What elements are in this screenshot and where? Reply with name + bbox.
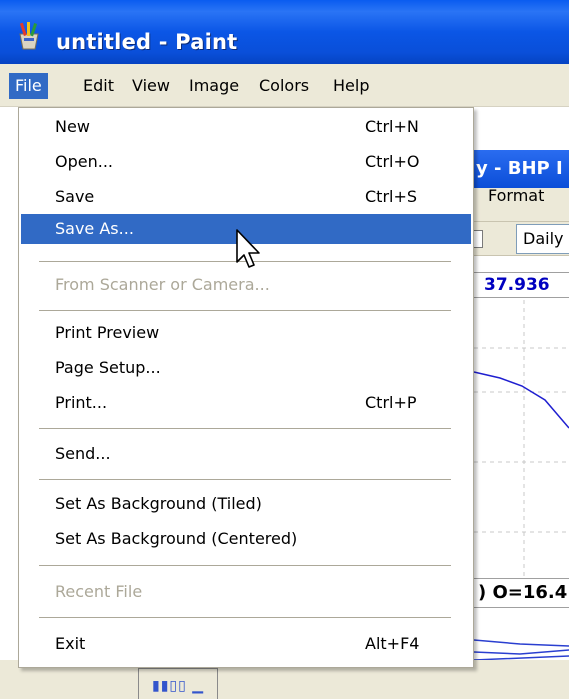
menu-item-label: Open... [55,152,113,171]
menu-edit[interactable]: Edit [77,73,120,99]
menu-item-label: Save As... [55,219,134,238]
toolbar-icon[interactable] [473,230,483,248]
menu-item-from-scanner: From Scanner or Camera... [21,270,471,300]
menu-item-set-background-tiled[interactable]: Set As Background (Tiled) [21,489,471,519]
file-menu-dropdown: New Ctrl+N Open... Ctrl+O Save Ctrl+S Sa… [18,107,474,668]
menu-separator [39,565,451,566]
menu-item-label: From Scanner or Camera... [55,275,270,294]
menu-item-new[interactable]: New Ctrl+N [21,112,471,142]
menu-item-shortcut: Alt+F4 [365,634,420,653]
menu-item-label: Send... [55,444,111,463]
menu-item-label: Save [55,187,95,206]
menu-item-label: Set As Background (Tiled) [55,494,262,513]
menu-item-shortcut: Ctrl+P [365,393,417,412]
menu-item-label: Print... [55,393,108,412]
menu-item-send[interactable]: Send... [21,439,471,469]
menu-help[interactable]: Help [327,73,375,99]
menu-item-label: New [55,117,90,136]
menu-item-shortcut: Ctrl+O [365,152,420,171]
menu-view[interactable]: View [126,73,176,99]
menu-file[interactable]: File [9,73,48,99]
menu-item-open[interactable]: Open... Ctrl+O [21,147,471,177]
menu-item-label: Set As Background (Centered) [55,529,298,548]
menu-separator [39,428,451,429]
menu-bar: File Edit View Image Colors Help [0,64,569,107]
title-bar[interactable]: untitled - Paint [0,0,569,64]
menu-item-shortcut: Ctrl+S [365,187,418,206]
menu-colors[interactable]: Colors [253,73,315,99]
menu-item-label: Page Setup... [55,358,161,377]
chart-tool-icon: ▮▮▯▯ ▁ [152,678,205,694]
period-select[interactable]: Daily [516,224,569,254]
menu-image[interactable]: Image [183,73,245,99]
arrow-cursor-icon [236,229,260,268]
menu-item-print[interactable]: Print... Ctrl+P [21,388,471,418]
menu-item-shortcut: Ctrl+N [365,117,419,136]
menu-item-label: Recent File [55,582,143,601]
menu-separator [39,617,451,618]
menu-item-save[interactable]: Save Ctrl+S [21,182,471,212]
menu-item-exit[interactable]: Exit Alt+F4 [21,629,471,659]
menu-item-print-preview[interactable]: Print Preview [21,318,471,348]
menu-item-recent-file: Recent File [21,577,471,607]
ohlc-readout: ) O=16.4 [478,582,568,603]
paint-app-icon [19,22,39,50]
window-title: untitled - Paint [56,30,238,54]
menu-item-page-setup[interactable]: Page Setup... [21,353,471,383]
menu-item-label: Exit [55,634,86,653]
background-menu-format[interactable]: Format [488,181,544,211]
price-value: 37.936 [484,275,550,295]
menu-separator [39,479,451,480]
menu-item-set-background-centered[interactable]: Set As Background (Centered) [21,524,471,554]
menu-separator [39,310,451,311]
menu-item-label: Print Preview [55,323,160,342]
